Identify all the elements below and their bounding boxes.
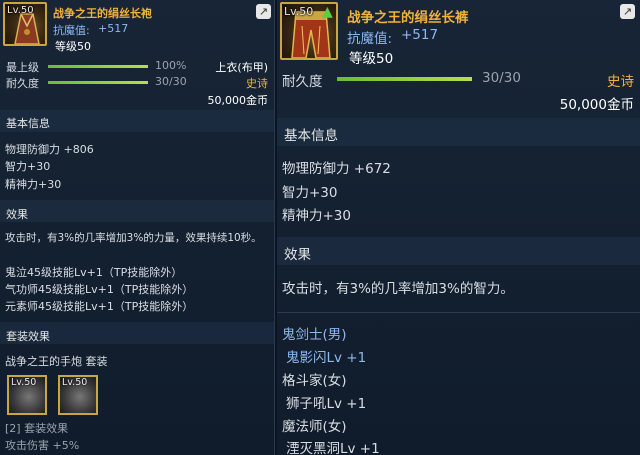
basic-info-title: 基本信息	[6, 117, 50, 130]
set-piece-level: Lv.50	[62, 377, 88, 388]
set-piece-level: Lv.50	[11, 377, 37, 388]
item-level-badge: Lv.50	[284, 5, 314, 18]
basic-info-title: 基本信息	[284, 128, 338, 144]
stat-line: 物理防御力 +672	[282, 161, 391, 177]
stat-line: 智力+30	[5, 160, 51, 173]
effect-text: 攻击时，有3%的几率增加3%的智力。	[282, 281, 514, 297]
resist-value: +517	[401, 27, 439, 43]
item-level-badge: Lv.50	[7, 5, 34, 16]
share-icon[interactable]: ↗	[256, 4, 271, 19]
skill-line: 元素师45级技能Lv+1（TP技能除外）	[5, 300, 194, 313]
up-arrow-icon: ▲	[322, 4, 333, 20]
set-title: 套装效果	[6, 330, 50, 343]
item-name: 战争之王的绢丝长袍	[53, 7, 152, 20]
left-item-tooltip: Lv.50 战争之王的绢丝长袍 ↗ 抗魔值: +517 等级50 最上级 100…	[0, 0, 275, 455]
durability-label: 耐久度	[6, 77, 39, 90]
skill-line: 鬼泣45级技能Lv+1（TP技能除外）	[5, 266, 183, 279]
share-icon[interactable]: ↗	[620, 4, 635, 19]
set-name: 战争之王的手炮 套装	[5, 355, 108, 368]
set-bonus-stat: 攻击伤害 +5%	[5, 439, 80, 452]
divider	[277, 312, 640, 313]
set-piece-icon[interactable]: Lv.50	[7, 375, 47, 415]
durability-value: 30/30	[155, 75, 187, 88]
resist-value: +517	[98, 22, 129, 35]
top-level-bar	[48, 65, 148, 68]
top-level-label: 最上级	[6, 61, 39, 74]
item-name: 战争之王的绢丝长裤	[347, 10, 469, 26]
effect-title: 效果	[284, 247, 311, 263]
rarity: 史诗	[607, 74, 634, 90]
resist-label: 抗魔值:	[347, 31, 393, 47]
level-text: 等级50	[349, 51, 394, 67]
durability-label: 耐久度	[282, 74, 323, 90]
effect-title: 效果	[6, 208, 28, 221]
durability-bar	[337, 77, 472, 81]
class-skill: 狮子吼Lv +1	[286, 396, 367, 412]
stat-line: 物理防御力 +806	[5, 143, 94, 156]
effect-text: 攻击时，有3%的几率增加3%的力量，效果持续10秒。	[5, 232, 262, 244]
stat-line: 智力+30	[282, 185, 338, 201]
right-item-tooltip: Lv.50 ▲ 战争之王的绢丝长裤 ↗ 抗魔值: +517 等级50 耐久度 3…	[277, 0, 640, 455]
rarity: 史诗	[246, 77, 268, 90]
stat-line: 精神力+30	[5, 178, 62, 191]
durability-value: 30/30	[482, 70, 521, 86]
stat-line: 精神力+30	[282, 208, 351, 224]
item-icon-robe: Lv.50	[3, 2, 47, 46]
slot-type: 上衣(布甲)	[215, 61, 268, 74]
skill-line: 气功师45级技能Lv+1（TP技能除外）	[5, 283, 194, 296]
class-skill: 鬼影闪Lv +1	[286, 350, 367, 366]
item-icon-pants: Lv.50 ▲	[280, 2, 338, 60]
class-name: 魔法师(女)	[282, 419, 347, 435]
durability-bar	[48, 81, 148, 84]
price: 50,000金币	[559, 97, 634, 113]
top-level-value: 100%	[155, 59, 187, 72]
price: 50,000金币	[207, 94, 269, 107]
set-bonus-count: [2] 套装效果	[5, 422, 69, 435]
class-name: 鬼剑士(男)	[282, 327, 347, 343]
resist-label: 抗魔值:	[53, 24, 90, 37]
class-name: 格斗家(女)	[282, 373, 347, 389]
effect-header	[0, 200, 274, 222]
class-skill: 湮灭黑洞Lv +1	[286, 441, 380, 455]
effect-header	[277, 237, 640, 265]
set-piece-icon[interactable]: Lv.50	[58, 375, 98, 415]
level-text: 等级50	[55, 40, 91, 53]
